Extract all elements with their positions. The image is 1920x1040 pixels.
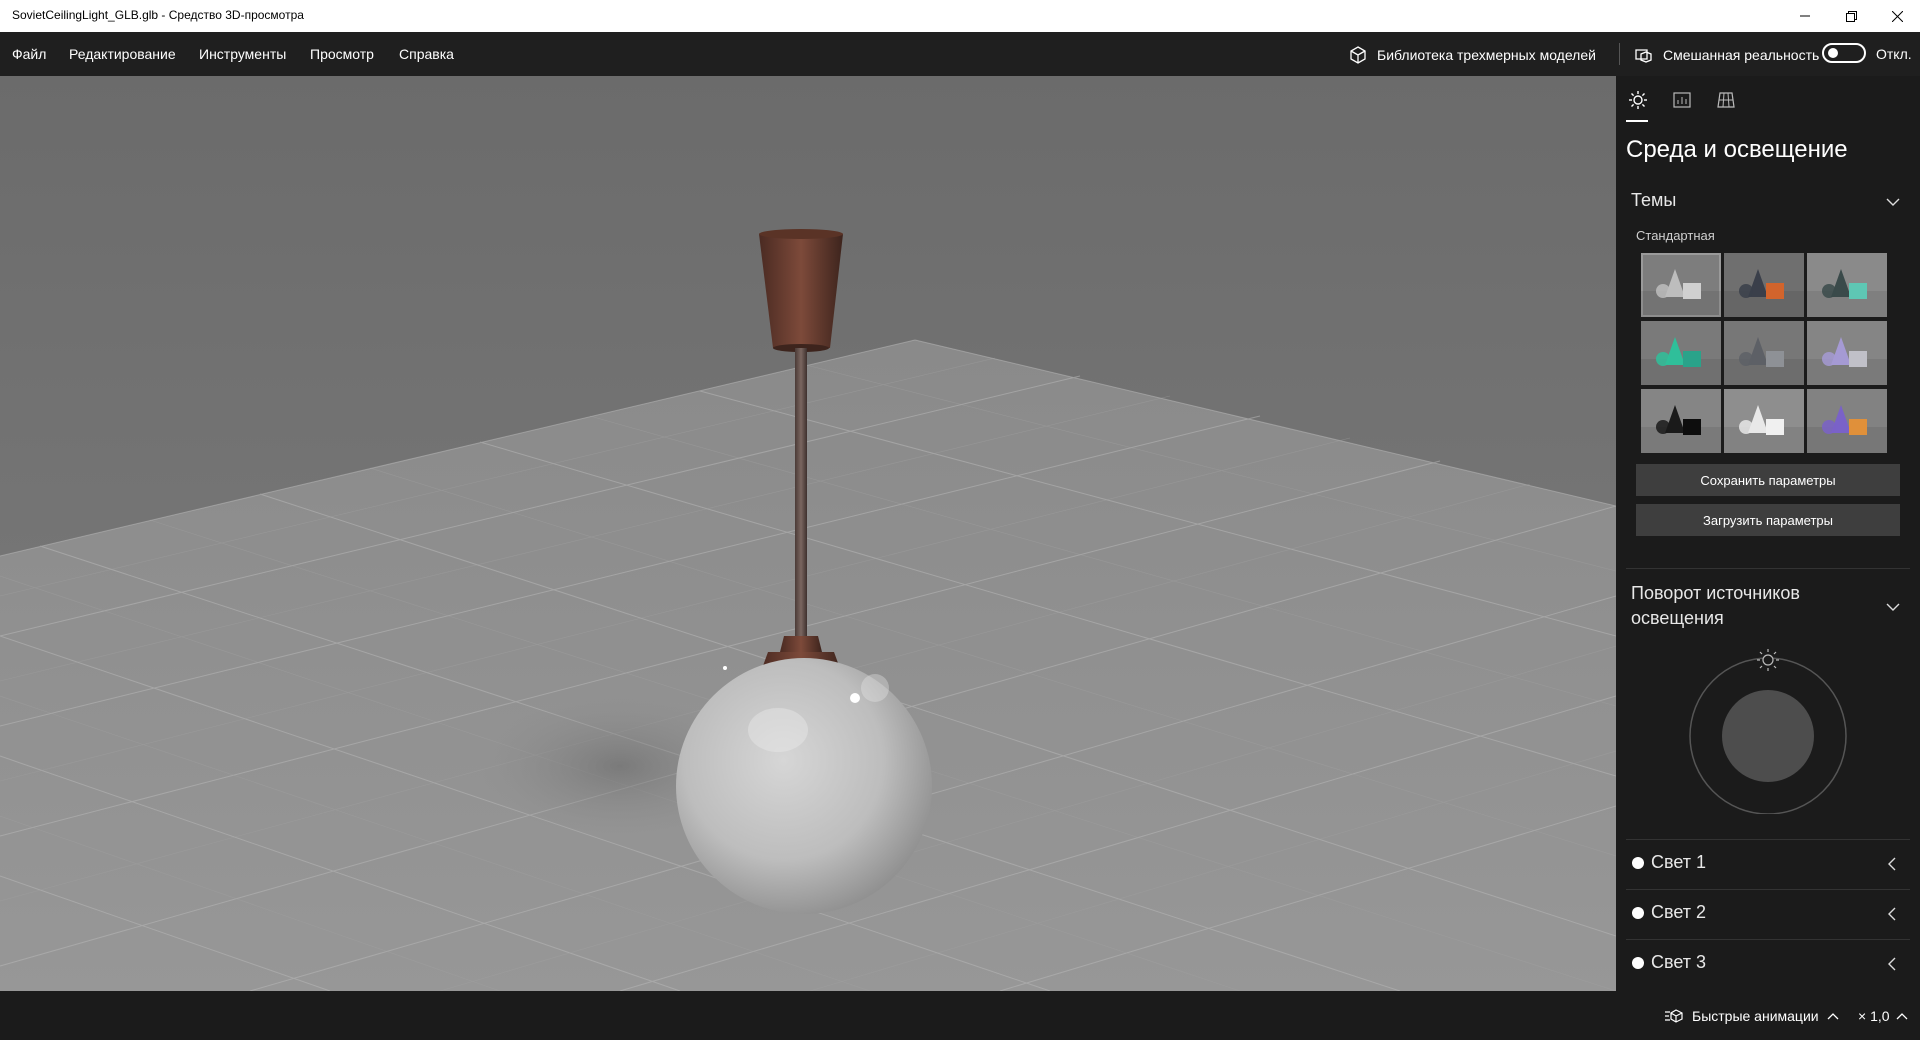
chevron-down-icon[interactable] bbox=[1886, 600, 1900, 614]
restore-icon bbox=[1845, 10, 1857, 22]
close-button[interactable] bbox=[1874, 0, 1920, 32]
light-rotation-header-line1: Поворот источников bbox=[1631, 583, 1800, 603]
theme-preview bbox=[1724, 269, 1804, 317]
light-rotation-header-line2: освещения bbox=[1631, 608, 1724, 628]
menu-divider bbox=[1619, 43, 1620, 65]
sun-handle-icon bbox=[1757, 649, 1779, 671]
menu-edit[interactable]: Редактирование bbox=[69, 46, 176, 62]
cube-icon bbox=[1350, 46, 1366, 64]
section-divider bbox=[1626, 568, 1910, 569]
3d-viewport[interactable] bbox=[0, 76, 1616, 991]
light-1-dot bbox=[1632, 857, 1644, 869]
chevron-left-icon[interactable] bbox=[1886, 857, 1898, 871]
themes-subheader: Стандартная bbox=[1636, 228, 1715, 243]
light-2-dot bbox=[1632, 907, 1644, 919]
mixed-reality-icon bbox=[1635, 49, 1652, 63]
theme-grid bbox=[1641, 253, 1887, 453]
window-title: SovietCeilingLight_GLB.glb - Средство 3D… bbox=[12, 8, 304, 22]
toggle-knob bbox=[1828, 48, 1838, 58]
theme-swatch[interactable] bbox=[1724, 389, 1804, 453]
theme-preview bbox=[1641, 337, 1721, 385]
tab-environment[interactable] bbox=[1626, 88, 1650, 122]
chevron-up-icon bbox=[1827, 1013, 1839, 1020]
menu-view[interactable]: Просмотр bbox=[310, 46, 374, 62]
theme-preview bbox=[1807, 337, 1887, 385]
theme-preview bbox=[1724, 337, 1804, 385]
theme-swatch[interactable] bbox=[1641, 389, 1721, 453]
title-bar: SovietCeilingLight_GLB.glb - Средство 3D… bbox=[0, 0, 1920, 32]
light-3-dot bbox=[1632, 957, 1644, 969]
light-row-1[interactable]: Свет 1 bbox=[1616, 840, 1920, 888]
speed-button[interactable]: × 1,0 bbox=[1858, 1008, 1908, 1024]
side-panel: Среда и освещение Темы Стандартная Сохра… bbox=[1616, 76, 1920, 991]
speed-label: × 1,0 bbox=[1858, 1008, 1890, 1024]
chevron-up-icon bbox=[1896, 1013, 1907, 1020]
minimize-button[interactable] bbox=[1782, 0, 1828, 32]
theme-swatch[interactable] bbox=[1641, 321, 1721, 385]
light-row-2[interactable]: Свет 2 bbox=[1616, 890, 1920, 938]
save-settings-button[interactable]: Сохранить параметры bbox=[1636, 464, 1900, 496]
tab-stats[interactable] bbox=[1670, 88, 1694, 112]
theme-preview bbox=[1641, 269, 1721, 317]
theme-swatch[interactable] bbox=[1807, 321, 1887, 385]
animation-icon bbox=[1665, 1009, 1683, 1023]
theme-preview bbox=[1641, 405, 1721, 453]
restore-button[interactable] bbox=[1828, 0, 1874, 32]
chevron-down-icon[interactable] bbox=[1886, 195, 1900, 209]
menu-file[interactable]: Файл bbox=[12, 46, 46, 62]
panel-title: Среда и освещение bbox=[1626, 136, 1848, 163]
stats-chart-icon bbox=[1673, 92, 1691, 108]
chevron-left-icon[interactable] bbox=[1886, 907, 1898, 921]
theme-swatch[interactable] bbox=[1641, 253, 1721, 317]
mixed-reality-button[interactable]: Смешанная реальность bbox=[1634, 45, 1819, 65]
animations-label: Быстрые анимации bbox=[1692, 1008, 1819, 1024]
light-2-label: Свет 2 bbox=[1651, 902, 1707, 922]
theme-preview bbox=[1807, 405, 1887, 453]
light-rotation-header[interactable]: Поворот источников освещения bbox=[1631, 581, 1800, 631]
load-settings-button[interactable]: Загрузить параметры bbox=[1636, 504, 1900, 536]
menu-bar: Файл Редактирование Инструменты Просмотр… bbox=[0, 32, 1920, 76]
status-bar: Быстрые анимации × 1,0 bbox=[0, 991, 1920, 1040]
light-1-label: Свет 1 bbox=[1651, 852, 1707, 872]
3d-library-label: Библиотека трехмерных моделей bbox=[1377, 47, 1596, 63]
chevron-left-icon[interactable] bbox=[1886, 957, 1898, 971]
theme-swatch[interactable] bbox=[1724, 321, 1804, 385]
tab-grid[interactable] bbox=[1714, 88, 1738, 112]
mixed-reality-state: Откл. bbox=[1876, 46, 1912, 62]
minimize-icon bbox=[1800, 15, 1810, 17]
light-rotation-dial[interactable] bbox=[1688, 644, 1848, 814]
menu-help[interactable]: Справка bbox=[399, 46, 454, 62]
theme-swatch[interactable] bbox=[1807, 389, 1887, 453]
light-3-label: Свет 3 bbox=[1651, 952, 1707, 972]
close-icon bbox=[1891, 10, 1903, 22]
theme-swatch[interactable] bbox=[1807, 253, 1887, 317]
themes-header[interactable]: Темы bbox=[1631, 188, 1676, 213]
sun-icon bbox=[1629, 91, 1647, 109]
theme-preview bbox=[1807, 269, 1887, 317]
theme-swatch[interactable] bbox=[1724, 253, 1804, 317]
grid-icon bbox=[1717, 92, 1735, 108]
scene bbox=[0, 76, 1616, 991]
menu-tools[interactable]: Инструменты bbox=[199, 46, 286, 62]
3d-library-button[interactable]: Библиотека трехмерных моделей bbox=[1348, 45, 1596, 65]
light-row-3[interactable]: Свет 3 bbox=[1616, 940, 1920, 988]
mixed-reality-toggle[interactable] bbox=[1822, 43, 1866, 63]
theme-preview bbox=[1724, 405, 1804, 453]
mixed-reality-label: Смешанная реальность bbox=[1663, 47, 1820, 63]
animations-button[interactable]: Быстрые анимации bbox=[1664, 1008, 1839, 1024]
